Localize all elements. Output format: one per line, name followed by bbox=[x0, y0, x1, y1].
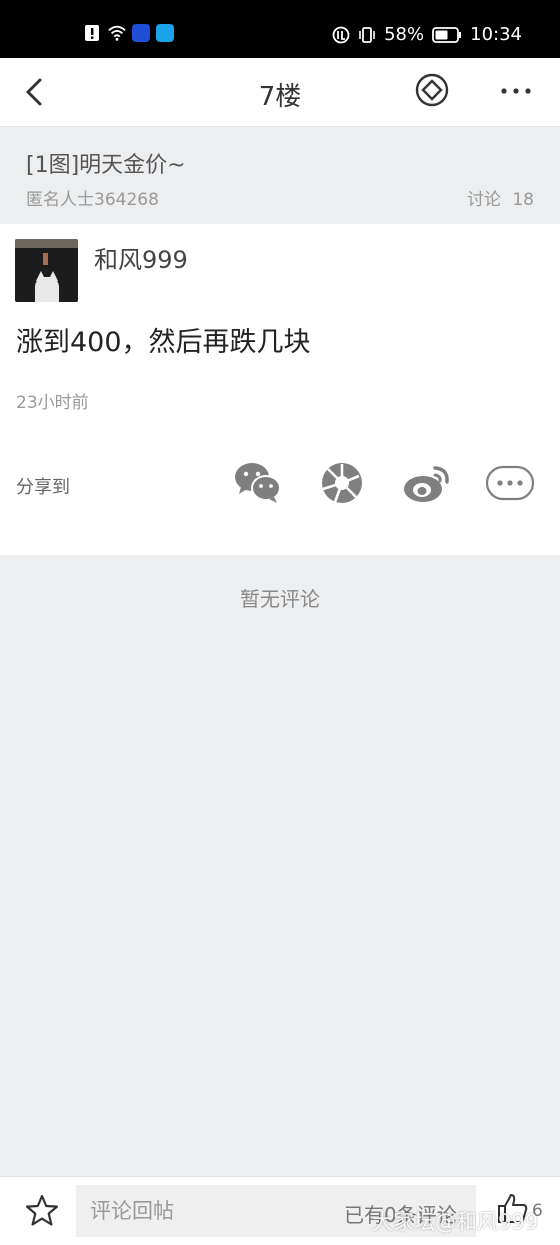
thumbs-up-icon[interactable] bbox=[496, 1191, 530, 1225]
status-left bbox=[84, 24, 174, 42]
post-username[interactable]: 和风999 bbox=[94, 240, 188, 275]
status-bar: 58% 10:34 bbox=[0, 0, 560, 58]
nfc-icon bbox=[332, 26, 350, 43]
search-app-icon bbox=[156, 24, 174, 42]
post-content: 涨到400，然后再跌几块 bbox=[16, 327, 311, 358]
post-card: 和风999 涨到400，然后再跌几块 23小时前 分享到 bbox=[0, 224, 560, 555]
like-count: 6 bbox=[532, 1201, 543, 1221]
thread-discussion-count: 讨论 18 bbox=[466, 190, 534, 210]
wechat-icon[interactable] bbox=[233, 460, 283, 506]
diamond-icon[interactable] bbox=[414, 72, 450, 108]
empty-comments-text: 暂无评论 bbox=[240, 587, 320, 611]
more-share-icon[interactable] bbox=[485, 460, 535, 506]
thread-title[interactable]: [1图]明天金价~ bbox=[26, 147, 186, 179]
battery-icon bbox=[432, 26, 462, 43]
wifi-icon bbox=[108, 25, 126, 41]
battery-percent: 58% bbox=[384, 24, 425, 45]
post-timestamp: 23小时前 bbox=[16, 393, 89, 413]
thread-author: 匿名人士364268 bbox=[26, 190, 159, 210]
star-icon[interactable] bbox=[24, 1193, 60, 1229]
page-title: 7楼 bbox=[258, 82, 302, 112]
share-label: 分享到 bbox=[16, 477, 70, 498]
thread-header[interactable]: [1图]明天金价~ 匿名人士364268 讨论 18 bbox=[0, 127, 560, 223]
avatar[interactable] bbox=[15, 239, 78, 302]
bottom-bar: 已有0条评论 6 bbox=[0, 1176, 560, 1245]
notification-icon bbox=[85, 25, 99, 41]
clock: 10:34 bbox=[470, 24, 522, 45]
nav-bar: 7楼 bbox=[0, 58, 560, 127]
vibrate-icon bbox=[359, 26, 375, 43]
status-right: 58% 10:34 bbox=[332, 24, 522, 45]
weibo-icon[interactable] bbox=[402, 460, 452, 506]
comment-count: 已有0条评论 bbox=[344, 1203, 457, 1227]
more-icon[interactable] bbox=[496, 78, 536, 104]
moments-icon[interactable] bbox=[318, 460, 368, 506]
bulb-app-icon bbox=[132, 24, 150, 42]
